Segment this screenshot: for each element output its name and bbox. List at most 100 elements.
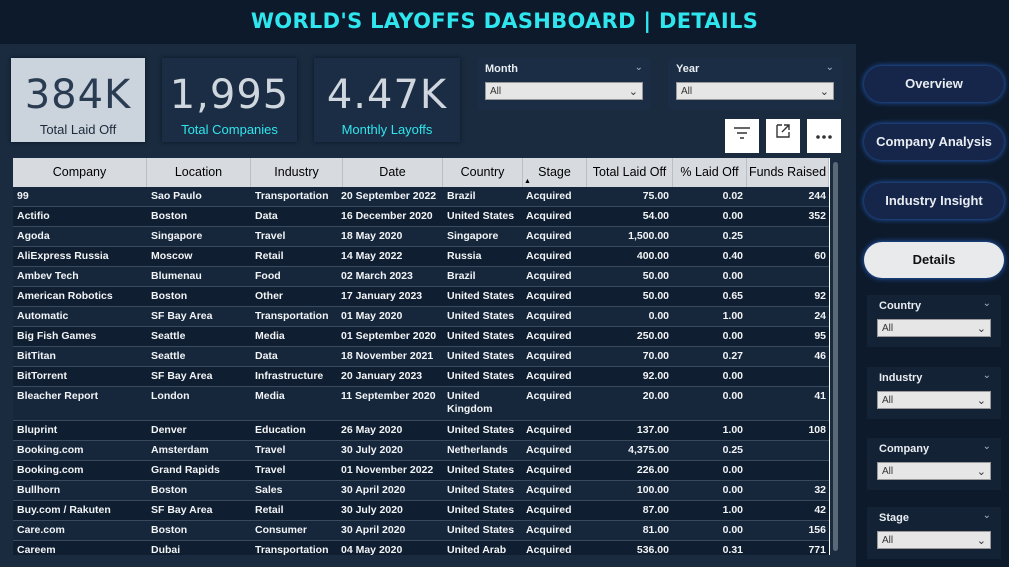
kpi-total-laid-off[interactable]: 384K Total Laid Off [11, 58, 145, 142]
cell-location: Dubai [151, 544, 181, 555]
cell-funds-raised: 92 [814, 290, 826, 302]
column-header-location[interactable]: Location [147, 158, 251, 187]
table-row[interactable]: American Robotics Boston Other 17 January 2… [13, 287, 829, 307]
table-row[interactable]: AliExpress Russia Moscow Retail 14 May 2022… [13, 247, 829, 267]
more-options-icon[interactable] [807, 119, 841, 153]
table-row[interactable]: BitTorrent SF Bay Area Infrastructure 20 Ja… [13, 367, 829, 387]
cell-company: Booking.com [17, 444, 84, 456]
cell-company: Actifio [17, 210, 50, 222]
country-dropdown-value: All [882, 323, 894, 334]
cell-country: Brazil [447, 190, 476, 202]
kpi-total-companies[interactable]: 1,995 Total Companies [162, 58, 297, 142]
nav-details-button[interactable]: Details [864, 242, 1004, 278]
cell-total-laid-off: 54.00 [642, 210, 669, 222]
column-header-funds-raised[interactable]: Funds Raised [747, 158, 829, 187]
stage-dropdown[interactable]: All ⌄ [877, 531, 991, 549]
cell-stage: Acquired [526, 504, 572, 516]
cell-industry: Retail [255, 250, 284, 262]
cell-total-laid-off: 250.00 [636, 330, 669, 342]
filter-icon[interactable] [725, 119, 759, 153]
table-row[interactable]: Bluprint Denver Education 26 May 2020 United… [13, 421, 829, 441]
cell-percent-laid-off: 0.00 [722, 390, 743, 402]
column-header-industry[interactable]: Industry [251, 158, 343, 187]
table-row[interactable]: Actifio Boston Data 16 December 2020 United … [13, 207, 829, 227]
cell-location: Boston [151, 210, 188, 222]
cell-country: Brazil [447, 270, 476, 282]
cell-date: 01 November 2022 [341, 464, 434, 476]
month-dropdown[interactable]: All ⌄ [485, 82, 643, 100]
cell-location: Boston [151, 524, 188, 536]
country-dropdown[interactable]: All ⌄ [877, 319, 991, 337]
table-row[interactable]: Booking.com Grand Rapids Travel 01 November… [13, 461, 829, 481]
industry-dropdown[interactable]: All ⌄ [877, 391, 991, 409]
cell-funds-raised: 32 [814, 484, 826, 496]
kpi-monthly-layoffs[interactable]: 4.47K Monthly Layoffs [314, 58, 460, 142]
cell-percent-laid-off: 0.02 [722, 190, 743, 202]
table-row[interactable]: Buy.com / Rakuten SF Bay Area Retail 30 Jul… [13, 501, 829, 521]
chevron-down-icon: ⌄ [819, 86, 829, 98]
cell-date: 26 May 2020 [341, 424, 403, 436]
nav-industry-insight-button[interactable]: Industry Insight [864, 183, 1004, 219]
scrollbar-thumb[interactable] [833, 162, 838, 551]
cell-industry: Data [255, 350, 278, 362]
table-row[interactable]: BitTitan Seattle Data 18 November 2021 Unite… [13, 347, 829, 367]
cell-industry: Other [255, 290, 284, 302]
column-header-stage[interactable]: Stage [523, 158, 587, 187]
chevron-down-icon[interactable]: ⌄ [826, 62, 834, 73]
company-dropdown[interactable]: All ⌄ [877, 462, 991, 480]
chevron-down-icon[interactable]: ⌄ [983, 441, 991, 452]
nav-overview-button[interactable]: Overview [864, 66, 1004, 102]
chevron-down-icon[interactable]: ⌄ [635, 62, 643, 73]
table-row[interactable]: 99 Sao Paulo Transportation 20 September 20… [13, 187, 829, 207]
industry-slicer: Industry ⌄ All ⌄ [867, 367, 1001, 419]
cell-percent-laid-off: 0.00 [722, 370, 743, 382]
chevron-down-icon[interactable]: ⌄ [983, 510, 991, 521]
chevron-down-icon[interactable]: ⌄ [983, 298, 991, 309]
cell-stage: Acquired [526, 484, 572, 496]
nav-company-analysis-button[interactable]: Company Analysis [864, 124, 1004, 160]
cell-date: 16 December 2020 [341, 210, 433, 222]
table-row[interactable]: Care.com Boston Consumer 30 April 2020 Unite… [13, 521, 829, 541]
cell-funds-raised: 46 [814, 350, 826, 362]
column-header-total-laid-off[interactable]: Total Laid Off [587, 158, 673, 187]
cell-location: Boston [151, 484, 188, 496]
table-scrollbar[interactable] [830, 158, 842, 555]
cell-company: Automatic [17, 310, 69, 322]
cell-industry: Travel [255, 230, 286, 242]
table-row[interactable]: Agoda Singapore Travel 18 May 2020 Singapore… [13, 227, 829, 247]
page-title: WORLD'S LAYOFFS DASHBOARD | DETAILS [250, 9, 759, 33]
cell-stage: Acquired [526, 544, 572, 555]
column-header-percent-laid-off[interactable]: % Laid Off [673, 158, 747, 187]
cell-industry: Infrastructure [255, 370, 324, 382]
details-table[interactable]: Company Location Industry Date Country S… [13, 158, 842, 555]
table-row[interactable]: Automatic SF Bay Area Transportation 01 May… [13, 307, 829, 327]
table-row[interactable]: Careem Dubai Transportation 04 May 2020 Unit… [13, 541, 829, 555]
table-row[interactable]: Ambev Tech Blumenau Food 02 March 2023 Brazi… [13, 267, 829, 287]
cell-stage: Acquired [526, 524, 572, 536]
focus-mode-icon[interactable] [766, 119, 800, 153]
cell-location: Singapore [151, 230, 203, 242]
cell-funds-raised: 41 [814, 390, 826, 402]
table-row[interactable]: Bullhorn Boston Sales 30 April 2020 United S… [13, 481, 829, 501]
year-dropdown[interactable]: All ⌄ [676, 82, 834, 100]
chevron-down-icon[interactable]: ⌄ [983, 370, 991, 381]
cell-industry: Transportation [255, 544, 329, 555]
table-row[interactable]: Booking.com Amsterdam Travel 30 July 2020 Ne… [13, 441, 829, 461]
cell-country: United States [447, 350, 515, 362]
cell-stage: Acquired [526, 250, 572, 262]
industry-dropdown-value: All [882, 395, 894, 406]
column-header-country[interactable]: Country [443, 158, 523, 187]
cell-industry: Media [255, 330, 285, 342]
column-header-date[interactable]: Date [343, 158, 443, 187]
cell-location: Sao Paulo [151, 190, 202, 202]
cell-funds-raised: 771 [808, 544, 826, 555]
cell-total-laid-off: 20.00 [642, 390, 669, 402]
table-row[interactable]: Big Fish Games Seattle Media 01 September 2… [13, 327, 829, 347]
column-header-company[interactable]: Company [13, 158, 147, 187]
month-slicer: Month ⌄ All ⌄ [477, 58, 651, 110]
table-header: Company Location Industry Date Country S… [13, 158, 829, 187]
cell-date: 18 November 2021 [341, 350, 434, 362]
cell-industry: Travel [255, 444, 286, 456]
cell-date: 17 January 2023 [341, 290, 423, 302]
table-row[interactable]: Bleacher Report London Media 11 September 2… [13, 387, 829, 421]
